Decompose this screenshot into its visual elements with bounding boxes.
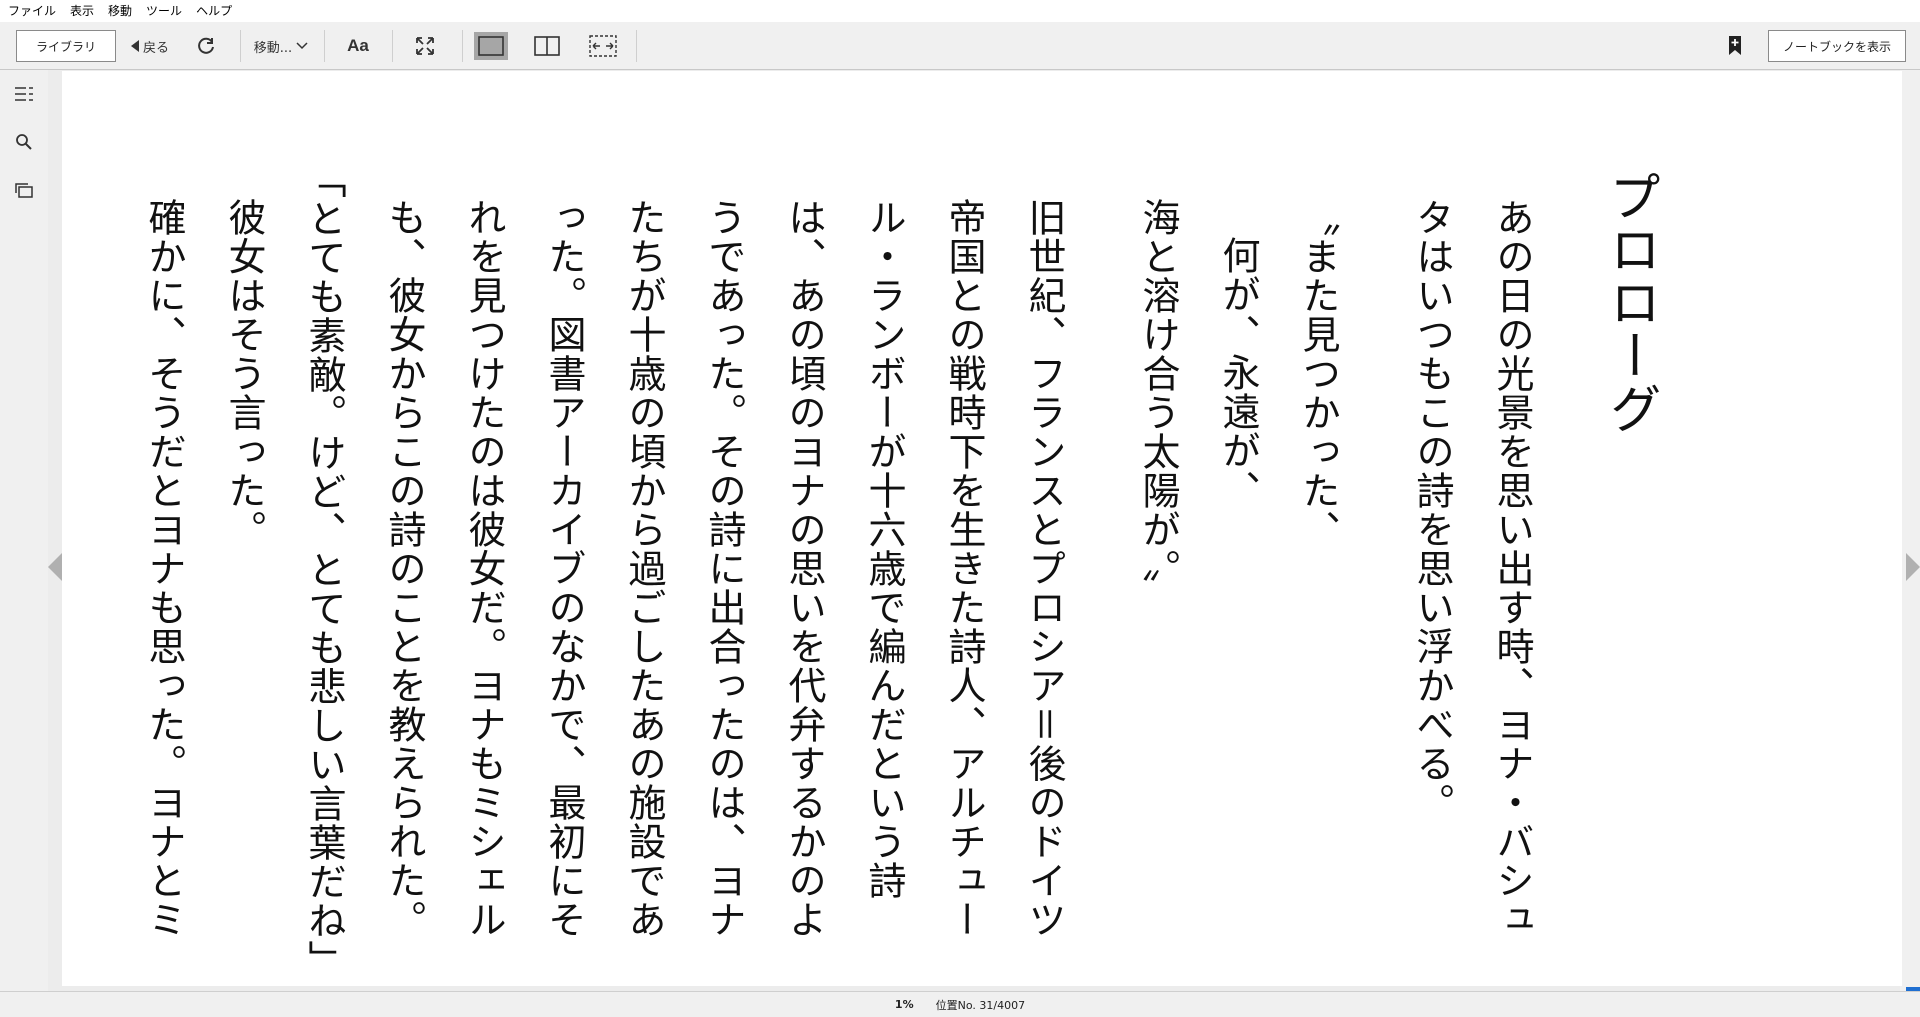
poem-line: 〝また見つかった、: [1296, 198, 1340, 549]
two-page-icon: [534, 36, 560, 56]
table-of-contents-icon: [15, 87, 33, 101]
flashcards-button[interactable]: [12, 178, 36, 202]
cards-icon: [15, 183, 33, 198]
search-button[interactable]: [12, 130, 36, 154]
two-page-layout-button[interactable]: [530, 32, 564, 60]
toolbar: ライブラリ 戻る 移動... Aa ノートブックを表示: [0, 22, 1920, 70]
show-notebook-button[interactable]: ノートブックを表示: [1768, 30, 1906, 62]
library-button[interactable]: ライブラリ: [16, 30, 116, 62]
poem-line: 海と溶け合う太陽が。〞: [1136, 198, 1180, 608]
previous-page-arrow-icon[interactable]: [48, 553, 62, 581]
bookmark-add-icon: [1729, 36, 1741, 55]
refresh-icon: [198, 37, 214, 54]
menu-go[interactable]: 移動: [101, 0, 139, 22]
paragraph: 彼女はそう言った。: [222, 198, 266, 549]
goto-label: 移動...: [253, 40, 293, 56]
book-text: プロローグ あの日の光景を思い出す時、ヨナ・バシュタはいつもこの詩を思い浮かべる…: [124, 160, 1670, 979]
paragraph: 旧世紀、フランスとプロシア＝後のドイツ帝国との戦時下を生きた詩人、アルチュール・…: [382, 198, 1066, 940]
menu-file[interactable]: ファイル: [0, 0, 63, 22]
back-arrow-icon: [130, 40, 139, 52]
location-indicator: 位置No. 31/4007: [935, 998, 1026, 1012]
chapter-title: プロローグ: [1600, 170, 1660, 435]
goto-dropdown[interactable]: 移動...: [252, 22, 310, 70]
paragraph: 確かに、そうだとヨナも思った。ヨナとミ: [142, 198, 186, 939]
fullscreen-button[interactable]: [410, 22, 440, 70]
reading-progress-percent: 1%: [894, 998, 914, 1011]
bookmark-button[interactable]: [1722, 22, 1748, 70]
toolbar-separator: [392, 30, 393, 62]
paragraph: 「とても素敵。けど、とても悲しい言葉だね」: [302, 160, 346, 979]
fit-width-layout-button[interactable]: [586, 32, 620, 60]
back-label: 戻る: [142, 40, 169, 56]
fit-width-icon: [589, 35, 617, 57]
toolbar-separator: [324, 30, 325, 62]
refresh-button[interactable]: [192, 22, 220, 70]
font-settings-button[interactable]: Aa: [340, 22, 376, 70]
toolbar-separator: [462, 30, 463, 62]
menu-help[interactable]: ヘルプ: [189, 0, 239, 22]
single-page-layout-button[interactable]: [474, 32, 508, 60]
chevron-down-icon: [296, 42, 308, 50]
table-of-contents-button[interactable]: [12, 82, 36, 106]
menu-bar: ファイル 表示 移動 ツール ヘルプ: [0, 0, 1920, 22]
single-page-icon: [478, 36, 504, 56]
menu-tools[interactable]: ツール: [139, 0, 189, 22]
status-bar: 1% 位置No. 31/4007: [0, 991, 1920, 1017]
left-sidebar: [0, 70, 48, 991]
toolbar-separator: [636, 30, 637, 62]
back-button[interactable]: 戻る: [126, 22, 174, 70]
next-page-arrow-icon[interactable]: [1906, 553, 1920, 581]
menu-view[interactable]: 表示: [63, 0, 101, 22]
fullscreen-icon: [416, 37, 434, 55]
paragraph: あの日の光景を思い出す時、ヨナ・バシュタはいつもこの詩を思い浮かべる。: [1410, 198, 1534, 939]
right-margin: [1900, 70, 1920, 991]
poem-line: 何が、永遠が、: [1216, 236, 1260, 509]
toolbar-separator: [240, 30, 241, 62]
search-icon: [16, 134, 32, 150]
